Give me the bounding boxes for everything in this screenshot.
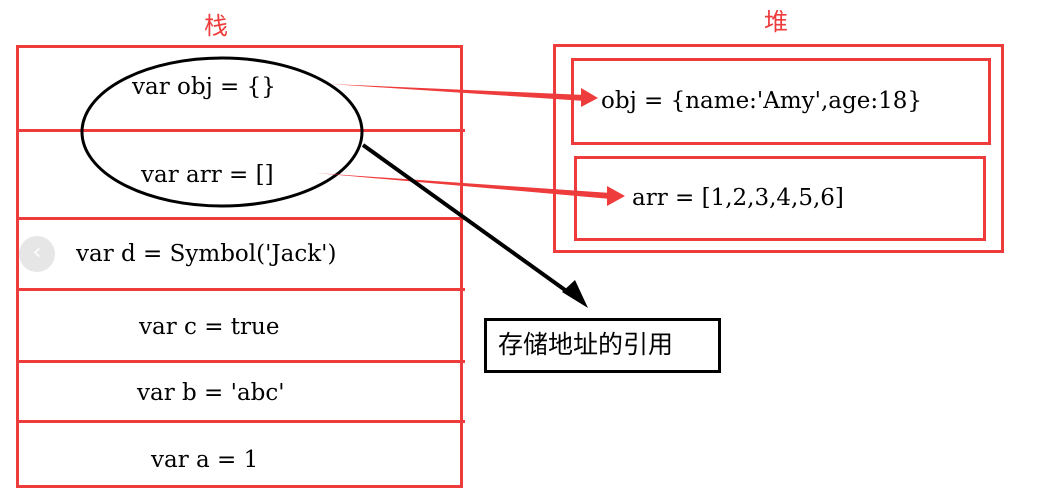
selection-ellipse: [80, 56, 364, 208]
arrow-to-reference-note: [361, 143, 588, 308]
arrow-arr-to-heap: [316, 173, 625, 206]
diagram-connectors: [80, 56, 625, 308]
arrow-obj-to-heap: [330, 84, 598, 107]
